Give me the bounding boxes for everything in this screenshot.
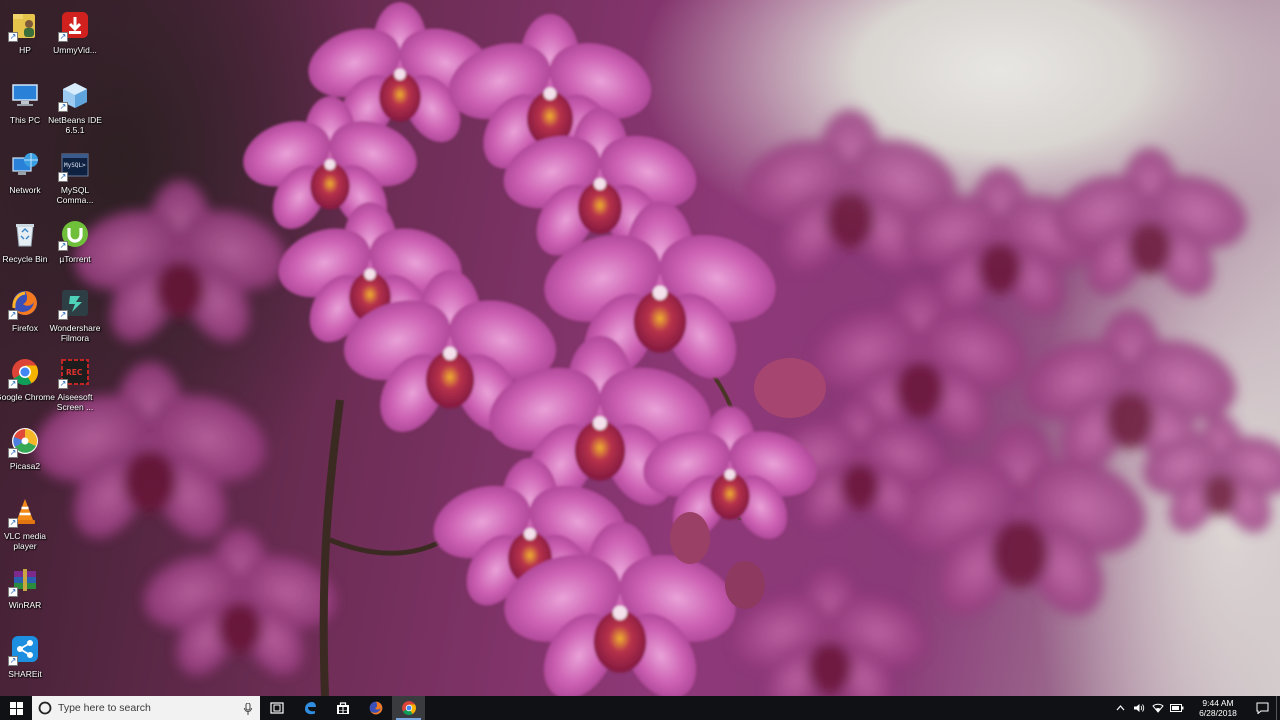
clock-time: 9:44 AM <box>1202 698 1234 708</box>
picasa-icon: ↗ <box>8 424 42 458</box>
desktop-icon-shareit[interactable]: ↗ SHAREit <box>0 632 56 698</box>
firefox-icon <box>369 701 382 715</box>
network-globe-icon <box>8 148 42 182</box>
store-taskbar-button[interactable] <box>326 696 359 720</box>
desktop-icon-aiseesoft[interactable]: REC ↗ Aiseesoft Screen ... <box>44 355 106 421</box>
winrar-books-icon: ↗ <box>8 563 42 597</box>
start-button[interactable] <box>0 696 32 720</box>
desktop-wallpaper <box>0 0 1280 696</box>
desktop-icon-label: UmmyVid... <box>53 45 97 55</box>
firefox-taskbar-button[interactable] <box>359 696 392 720</box>
netbeans-cube-icon: ↗ <box>58 78 92 112</box>
task-view-icon <box>269 702 284 714</box>
taskbar-search-box[interactable]: Type here to search <box>32 696 260 720</box>
filmora-icon: ↗ <box>58 286 92 320</box>
desktop-icon-mysql[interactable]: MySQL> ↗ MySQL Comma... <box>44 148 106 214</box>
firefox-icon: ↗ <box>8 286 42 320</box>
desktop-icon-label: Wondershare Filmora <box>49 323 101 343</box>
notification-icon <box>1256 702 1268 714</box>
aiseesoft-rec-icon: REC ↗ <box>58 355 92 389</box>
system-tray: 9:44 AM 6/28/2018 <box>1112 696 1280 720</box>
desktop-icon-label: Picasa2 <box>9 461 41 471</box>
recycle-bin-icon <box>8 217 42 251</box>
desktop-icon-label: MySQL Comma... <box>56 185 94 205</box>
show-hidden-icons-chevron-icon[interactable] <box>1112 705 1128 711</box>
desktop-icon-label: NetBeans IDE 6.5.1 <box>48 115 102 135</box>
wifi-icon[interactable] <box>1150 703 1166 713</box>
desktop-icon-label: µTorrent <box>59 254 91 264</box>
store-icon <box>336 702 349 714</box>
desktop-icon-label: SHAREit <box>8 669 42 679</box>
svg-text:REC: REC <box>66 368 83 377</box>
edge-icon <box>304 702 316 715</box>
battery-icon[interactable] <box>1169 704 1185 712</box>
microphone-icon[interactable] <box>244 702 252 720</box>
desktop-icon-vlc[interactable]: ↗ VLC media player <box>0 494 56 560</box>
cortana-circle-icon <box>38 701 52 715</box>
mysql-console-icon: MySQL> ↗ <box>58 148 92 182</box>
chrome-icon <box>401 701 416 715</box>
chrome-icon: ↗ <box>8 355 42 389</box>
desktop-icon-ummyvideo[interactable]: ↗ UmmyVid... <box>44 8 106 74</box>
search-placeholder: Type here to search <box>58 702 151 714</box>
edge-taskbar-button[interactable] <box>293 696 326 720</box>
action-center-button[interactable] <box>1248 696 1276 720</box>
desktop-icon-picasa[interactable]: ↗ Picasa2 <box>0 424 56 490</box>
utorrent-icon: ↗ <box>58 217 92 251</box>
ummy-download-icon: ↗ <box>58 8 92 42</box>
shareit-icon: ↗ <box>8 632 42 666</box>
clock-date: 6/28/2018 <box>1199 708 1237 718</box>
desktop-icon-utorrent[interactable]: ↗ µTorrent <box>44 217 106 283</box>
task-view-button[interactable] <box>260 696 293 720</box>
user-folder-icon: ↗ <box>8 8 42 42</box>
taskbar-clock[interactable]: 9:44 AM 6/28/2018 <box>1192 698 1244 718</box>
computer-icon <box>8 78 42 112</box>
taskbar: Type here to search 9:44 AM 6/28/2018 <box>0 696 1280 720</box>
svg-text:MySQL>: MySQL> <box>64 162 86 169</box>
show-desktop-button[interactable] <box>1276 696 1280 720</box>
windows-logo-icon <box>9 701 23 715</box>
vlc-cone-icon: ↗ <box>8 494 42 528</box>
desktop-icon-label: WinRAR <box>8 600 42 610</box>
desktop-icon-filmora[interactable]: ↗ Wondershare Filmora <box>44 286 106 352</box>
desktop-icon-winrar[interactable]: ↗ WinRAR <box>0 563 56 629</box>
chrome-taskbar-button[interactable] <box>392 696 425 720</box>
desktop-icon-label: Aiseesoft Screen ... <box>56 392 94 412</box>
volume-icon[interactable] <box>1131 703 1147 713</box>
orchid-wallpaper-art <box>22 2 1280 696</box>
desktop-icon-netbeans[interactable]: ↗ NetBeans IDE 6.5.1 <box>44 78 106 144</box>
desktop-icon-label: VLC media player <box>3 531 47 551</box>
